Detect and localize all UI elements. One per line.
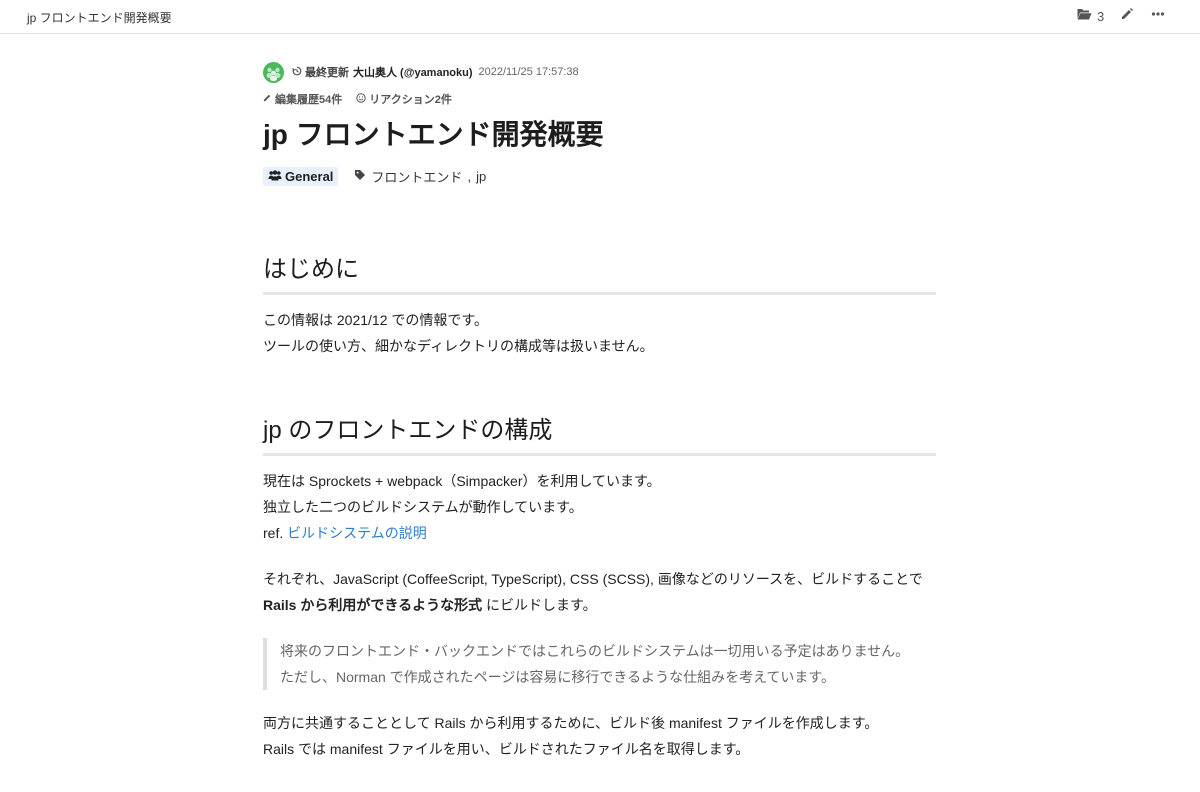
top-bar: jp フロントエンド開発概要 3 [0, 0, 1200, 34]
stats-row: 編集履歴54件 リアクション2件 [263, 91, 936, 107]
resources-line-2: Rails から利用ができるような形式 にビルドします。 [263, 592, 936, 618]
page-title: jp フロントエンド開発概要 [263, 119, 604, 150]
reactions-link[interactable]: リアクション2件 [356, 91, 452, 107]
intro-line: ツールの使い方、細かなディレクトリの構成等は扱いません。 [263, 338, 654, 354]
section-composition: jp のフロントエンドの構成 現在は Sprockets + webpack（S… [263, 410, 936, 762]
folder-open-icon [1076, 7, 1092, 26]
tag-list: フロントエンド, jp [354, 167, 486, 186]
tags-row: General フロントエンド, jp [263, 165, 936, 187]
tag-item[interactable]: フロントエンド [371, 167, 462, 186]
author-name[interactable]: 大山奥人 (@yamanoku) [353, 64, 473, 80]
rails-format-bold: Rails から利用ができるような形式 [263, 597, 483, 613]
users-icon [268, 169, 282, 184]
quote-line: 将来のフロントエンド・バックエンドではこれらのビルドシステムは一切用いる予定はあ… [280, 643, 910, 659]
edit-history-link[interactable]: 編集履歴54件 [263, 91, 342, 107]
folder-count: 3 [1097, 9, 1105, 24]
update-timestamp: 2022/11/25 17:57:38 [478, 66, 579, 78]
section-intro: はじめに この情報は 2021/12 での情報です。 ツールの使い方、細かなディ… [263, 249, 936, 359]
group-badge[interactable]: General [263, 166, 339, 186]
ellipsis-icon [1151, 8, 1165, 25]
future-note-quote: 将来のフロントエンド・バックエンドではこれらのビルドシステムは一切用いる予定はあ… [263, 638, 936, 690]
pencil-small-icon [263, 93, 272, 105]
resources-line: それぞれ、JavaScript (CoffeeScript, TypeScrip… [263, 571, 923, 587]
quote-line: ただし、Norman で作成されたページは容易に移行できるような仕組みを考えてい… [280, 669, 836, 685]
ref-line: ref. ビルドシステムの説明 [263, 520, 936, 546]
reactions-text: リアクション2件 [369, 94, 452, 106]
article: 最終更新 大山奥人 (@yamanoku) 2022/11/25 17:57:3… [263, 61, 936, 187]
composition-line: 現在は Sprockets + webpack（Simpacker）を利用してい… [263, 473, 661, 489]
composition-line: 独立した二つのビルドシステムが動作しています。 [263, 499, 583, 515]
intro-line: この情報は 2021/12 での情報です。 [263, 312, 488, 328]
avatar[interactable] [263, 61, 284, 83]
build-system-link[interactable]: ビルドシステムの説明 [287, 525, 427, 541]
heading-intro: はじめに [263, 249, 936, 295]
tag-separator: , [467, 168, 472, 184]
tag-icon [354, 169, 366, 184]
resources-tail: にビルドします。 [482, 597, 597, 613]
pencil-icon [1120, 8, 1134, 25]
history-icon [292, 66, 302, 79]
manifest-line: 両方に共通することとして Rails から利用するために、ビルド後 manife… [263, 715, 879, 731]
edit-button[interactable] [1120, 7, 1134, 26]
manifest-line: Rails では manifest ファイルを用い、ビルドされたファイル名を取得… [263, 741, 750, 757]
heading-composition: jp のフロントエンドの構成 [263, 410, 936, 456]
more-button[interactable] [1151, 7, 1165, 26]
smile-icon [356, 92, 366, 106]
group-name: General [285, 168, 334, 184]
last-updated-label: 最終更新 [292, 64, 349, 80]
topbar-title: jp フロントエンド開発概要 [27, 11, 172, 25]
tag-item[interactable]: jp [476, 169, 486, 184]
folder-button[interactable]: 3 [1076, 7, 1104, 26]
ref-prefix: ref. [263, 525, 284, 541]
edit-history-text: 編集履歴54件 [275, 94, 343, 106]
meta-row: 最終更新 大山奥人 (@yamanoku) 2022/11/25 17:57:3… [263, 61, 936, 83]
last-updated-text: 最終更新 [305, 67, 349, 79]
